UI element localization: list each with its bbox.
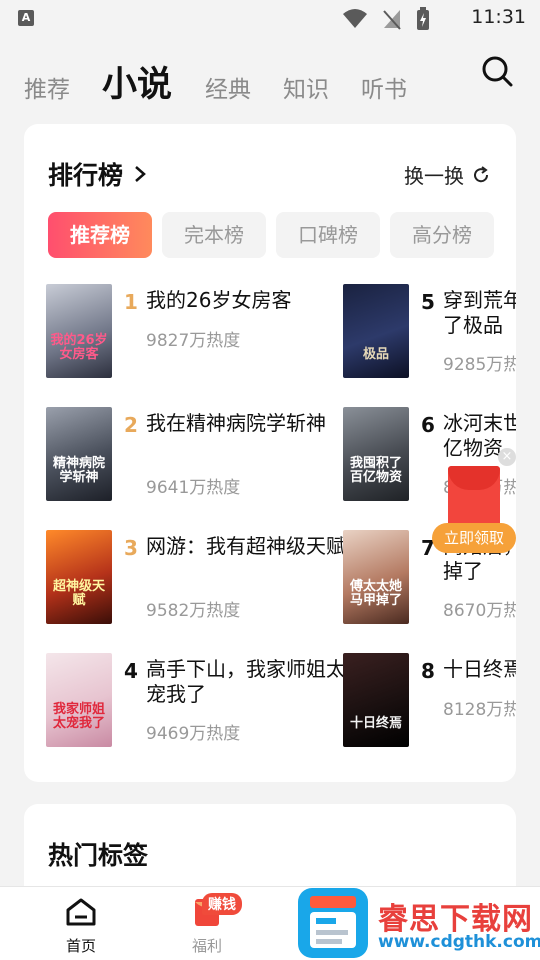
rank-number: 8 <box>421 659 435 683</box>
book-heat: 9641万热度 <box>146 478 241 498</box>
tab-audiobook[interactable]: 听书 <box>361 70 407 104</box>
book-item[interactable]: 精神病院学斩神 2 我在精神病院学斩神 9641万热度 <box>46 407 346 503</box>
battery-charging-icon <box>417 7 429 30</box>
book-item[interactable]: 十日终焉 8 十日终焉 8128万热度 <box>343 653 516 749</box>
book-item[interactable]: 超神级天赋 3 网游：我有超神级天赋 9582万热度 <box>46 530 346 626</box>
close-icon[interactable]: × <box>498 448 516 466</box>
rank-number: 3 <box>124 536 138 560</box>
watermark-url: www.cdgthk.com <box>378 932 540 952</box>
ranking-chips: 推荐榜 完本榜 口碑榜 高分榜 <box>48 212 494 258</box>
clock: 11:31 <box>471 6 526 28</box>
swap-label: 换一换 <box>404 164 464 188</box>
tab-knowledge[interactable]: 知识 <box>283 70 329 104</box>
book-title: 我的26岁女房客 <box>146 288 292 312</box>
book-heat: 9469万热度 <box>146 724 241 744</box>
book-item[interactable]: 我的26岁女房客 1 我的26岁女房客 9827万热度 <box>46 284 346 380</box>
book-heat: 8128万热度 <box>443 700 516 720</box>
hot-tags-title: 热门标签 <box>48 841 149 870</box>
book-heat: 9827万热度 <box>146 331 241 351</box>
no-signal-icon <box>383 10 401 30</box>
home-icon <box>66 898 96 926</box>
chip-recommended[interactable]: 推荐榜 <box>48 212 152 258</box>
book-title: 我在精神病院学斩神 <box>146 411 326 435</box>
book-title: 网游：我有超神级天赋 <box>146 534 346 558</box>
chip-high-score[interactable]: 高分榜 <box>390 212 494 258</box>
tab-classic[interactable]: 经典 <box>205 70 251 104</box>
ranking-header[interactable]: 排行榜 <box>48 156 147 192</box>
rank-number: 1 <box>124 290 138 314</box>
chevron-right-icon <box>135 166 146 182</box>
red-packet-widget[interactable]: × 立即领取 <box>432 446 522 556</box>
wifi-icon <box>343 9 367 28</box>
book-title: 穿到荒年，我靠签到捡了极品 <box>443 288 516 337</box>
book-heat: 9582万热度 <box>146 601 241 621</box>
book-cover: 超神级天赋 <box>46 530 112 624</box>
book-cover: 我家师姐太宠我了 <box>46 653 112 747</box>
app-notification-icon: A <box>18 10 34 26</box>
book-item[interactable]: 极品 5 穿到荒年，我靠签到捡了极品 9285万热度 <box>343 284 516 380</box>
ranking-title: 排行榜 <box>48 161 124 190</box>
rank-number: 4 <box>124 659 138 683</box>
chip-completed[interactable]: 完本榜 <box>162 212 266 258</box>
red-envelope-icon <box>448 466 500 528</box>
book-cover: 十日终焉 <box>343 653 409 747</box>
tab-novel[interactable]: 小说 <box>102 56 172 107</box>
nav-welfare-label: 福利 <box>191 937 222 955</box>
watermark-logo-icon <box>298 888 368 958</box>
search-icon[interactable] <box>480 54 514 88</box>
book-cover: 极品 <box>343 284 409 378</box>
book-cover: 傅太太她马甲掉了 <box>343 530 409 624</box>
book-item[interactable]: 我家师姐太宠我了 4 高手下山，我家师姐太宠我了 9469万热度 <box>46 653 346 749</box>
chip-reputation[interactable]: 口碑榜 <box>276 212 380 258</box>
book-cover: 精神病院学斩神 <box>46 407 112 501</box>
earn-badge: 赚钱 <box>202 893 242 915</box>
book-cover: 我囤积了百亿物资 <box>343 407 409 501</box>
book-cover: 我的26岁女房客 <box>46 284 112 378</box>
tab-recommend[interactable]: 推荐 <box>24 70 70 104</box>
category-tabs: 推荐 小说 经典 知识 听书 <box>0 52 540 112</box>
book-heat: 8670万热度 <box>443 601 516 621</box>
rank-number: 2 <box>124 413 138 437</box>
nav-home[interactable]: 首页 <box>46 897 116 956</box>
status-bar: A 11:31 <box>0 0 540 36</box>
nav-welfare[interactable]: 赚钱 福利 <box>172 893 242 956</box>
rank-number: 6 <box>421 413 435 437</box>
book-title: 高手下山，我家师姐太宠我了 <box>146 657 346 706</box>
nav-home-label: 首页 <box>65 937 96 955</box>
book-heat: 9285万热度 <box>443 355 516 375</box>
rank-number: 5 <box>421 290 435 314</box>
status-icons <box>342 7 430 31</box>
book-title: 十日终焉 <box>443 657 516 681</box>
watermark: 睿思下载网 www.cdgthk.com <box>298 886 540 960</box>
claim-now-button[interactable]: 立即领取 <box>432 523 516 553</box>
swap-button[interactable]: 换一换 <box>404 160 490 189</box>
refresh-icon <box>474 165 489 182</box>
